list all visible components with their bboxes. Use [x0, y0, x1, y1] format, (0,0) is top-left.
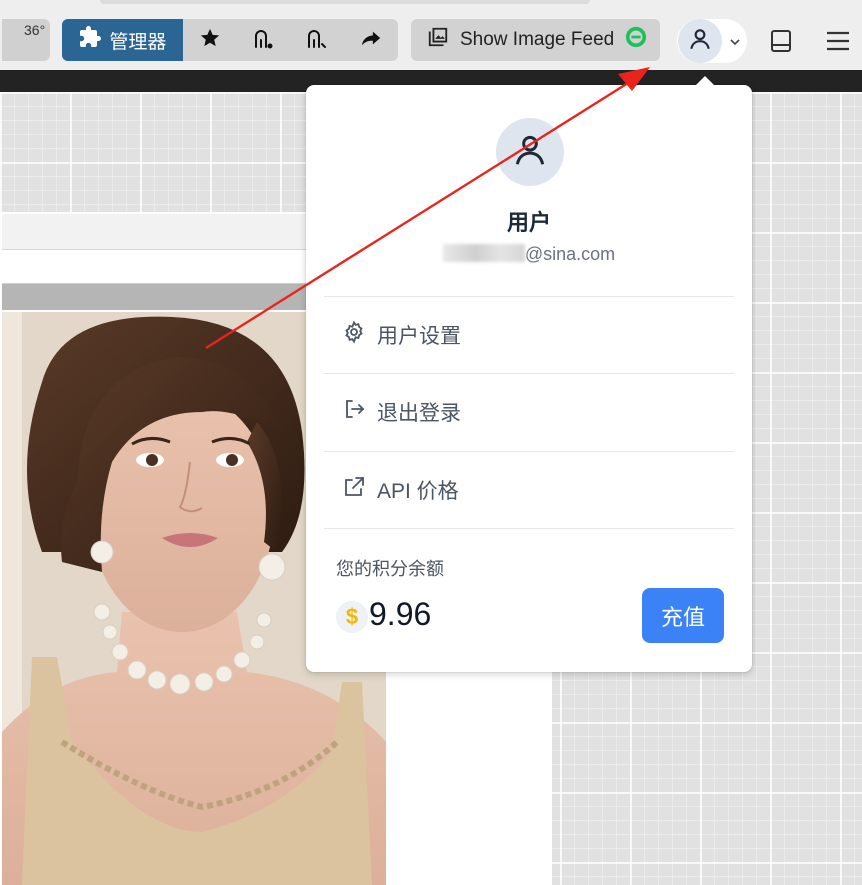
temperature-chip[interactable]: 36° — [2, 19, 50, 61]
panel-icon — [768, 30, 794, 58]
dollar-coin-icon: $ — [336, 601, 368, 633]
header-strip — [2, 214, 322, 250]
menu-item-label: API 价格 — [377, 480, 459, 503]
tool-button-group: 管理器 — [62, 19, 398, 61]
profile-avatar — [496, 118, 564, 186]
workflow-alt-button[interactable] — [290, 19, 344, 61]
workflow-button[interactable] — [236, 19, 290, 61]
separator-strip — [2, 284, 322, 310]
logout-icon — [342, 397, 366, 427]
menu-item-api-pricing[interactable]: API 价格 — [324, 452, 734, 528]
avatar — [678, 19, 722, 63]
menu-icon — [824, 31, 852, 58]
manager-label: 管理器 — [109, 31, 167, 53]
share-button[interactable] — [344, 19, 398, 61]
menu-item-logout[interactable]: 退出登录 — [324, 374, 734, 450]
show-image-feed-button[interactable]: Show Image Feed — [411, 19, 660, 61]
share-icon — [360, 27, 382, 54]
balance-amount: 9.96 — [369, 596, 432, 632]
menu-item-label: 退出登录 — [377, 402, 461, 425]
redacted-email-blur — [442, 244, 525, 262]
puzzle-icon — [78, 25, 102, 55]
hamburger-menu-button[interactable] — [824, 28, 852, 54]
workflow-alt-icon — [305, 26, 329, 55]
feed-logo-icon — [625, 26, 647, 54]
user-icon — [687, 26, 713, 57]
currency-symbol: $ — [345, 604, 359, 629]
input-strip — [2, 250, 322, 284]
chevron-down-icon — [729, 35, 741, 53]
dropdown-pointer — [695, 76, 715, 86]
balance-label: 您的积分余额 — [336, 559, 444, 579]
divider — [324, 528, 734, 529]
feed-label: Show Image Feed — [460, 29, 615, 50]
username: 用户 — [506, 210, 551, 235]
user-icon — [511, 131, 549, 174]
email-domain: @sina.com — [524, 244, 616, 264]
external-link-icon — [342, 475, 366, 505]
user-email: @sina.com — [306, 244, 752, 265]
user-menu-dropdown: 用户 @sina.com 用户设置 退出登录 API 价格 您的积分余额 $ 9… — [306, 76, 752, 672]
menu-item-label: 用户设置 — [377, 325, 461, 348]
toolbar-edge — [100, 0, 590, 4]
workflow-icon — [251, 26, 275, 55]
manager-button[interactable]: 管理器 — [62, 19, 183, 61]
top-toolbar: 36° 管理器 Show Image Feed — [0, 0, 862, 70]
user-avatar-button[interactable] — [677, 19, 747, 63]
image-gallery-icon — [427, 26, 449, 54]
gear-icon — [342, 320, 366, 350]
star-button[interactable] — [183, 19, 237, 61]
temperature-value: 36° — [24, 22, 46, 38]
topup-button[interactable]: 充值 — [642, 588, 724, 643]
menu-item-user-settings[interactable]: 用户设置 — [324, 297, 734, 373]
toggle-panel-button[interactable] — [768, 28, 796, 54]
star-icon — [199, 27, 221, 54]
